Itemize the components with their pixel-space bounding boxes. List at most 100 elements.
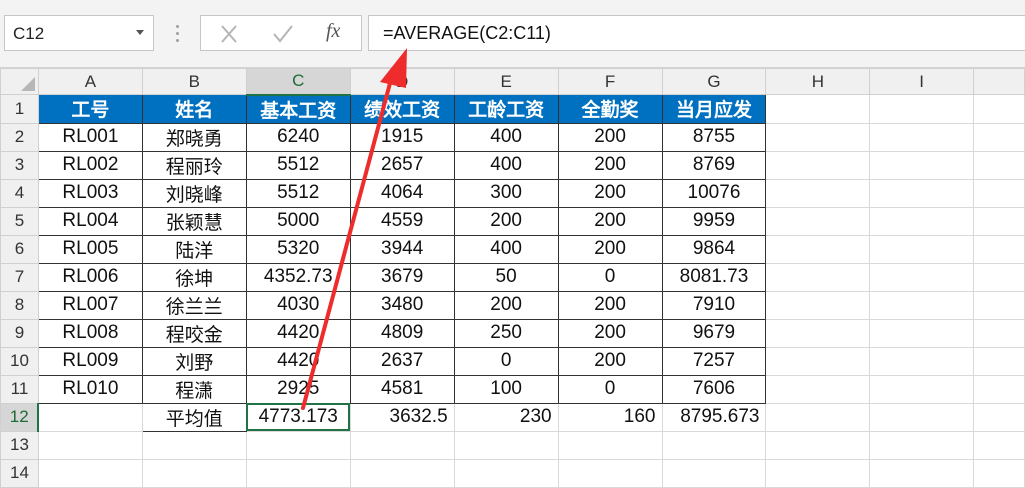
table-cell[interactable]: 陆洋 bbox=[141, 234, 247, 264]
table-cell[interactable]: 250 bbox=[453, 318, 559, 348]
column-header-h[interactable]: H bbox=[765, 68, 871, 95]
table-cell[interactable]: 7257 bbox=[661, 346, 767, 376]
row-header-3[interactable]: 3 bbox=[0, 150, 39, 180]
average-cell[interactable]: 230 bbox=[453, 402, 559, 432]
empty-cell[interactable] bbox=[869, 402, 975, 432]
table-cell[interactable]: 200 bbox=[557, 346, 663, 376]
empty-cell[interactable] bbox=[973, 234, 1025, 264]
table-cell[interactable]: RL002 bbox=[37, 150, 143, 180]
average-cell[interactable]: 160 bbox=[557, 402, 663, 432]
table-cell[interactable]: RL010 bbox=[37, 374, 143, 404]
table-cell[interactable]: 刘晓峰 bbox=[141, 178, 247, 208]
empty-cell[interactable] bbox=[557, 458, 663, 488]
empty-cell[interactable] bbox=[765, 234, 871, 264]
empty-cell[interactable] bbox=[765, 206, 871, 236]
table-cell[interactable]: 200 bbox=[557, 234, 663, 264]
empty-cell[interactable] bbox=[765, 402, 871, 432]
empty-cell[interactable] bbox=[349, 458, 455, 488]
column-header-b[interactable]: B bbox=[141, 68, 247, 95]
empty-cell[interactable] bbox=[765, 318, 871, 348]
empty-cell[interactable] bbox=[765, 374, 871, 404]
empty-cell[interactable] bbox=[973, 150, 1025, 180]
empty-cell[interactable] bbox=[661, 430, 767, 460]
table-cell[interactable]: RL007 bbox=[37, 290, 143, 320]
table-cell[interactable]: 400 bbox=[453, 234, 559, 264]
table-cell[interactable]: 200 bbox=[557, 206, 663, 236]
table-cell[interactable]: 2657 bbox=[349, 150, 455, 180]
column-header-e[interactable]: E bbox=[453, 68, 559, 95]
table-cell[interactable]: 200 bbox=[557, 290, 663, 320]
empty-cell[interactable] bbox=[869, 94, 975, 124]
table-cell[interactable]: 100 bbox=[453, 374, 559, 404]
table-cell[interactable]: 200 bbox=[453, 290, 559, 320]
table-cell[interactable]: 5512 bbox=[245, 178, 351, 208]
average-cell[interactable] bbox=[37, 402, 143, 432]
table-cell[interactable]: 200 bbox=[453, 206, 559, 236]
chevron-down-icon[interactable] bbox=[136, 30, 144, 35]
table-cell[interactable]: RL005 bbox=[37, 234, 143, 264]
formula-text[interactable]: =AVERAGE(C2:C11) bbox=[383, 23, 551, 44]
table-cell[interactable]: 张颖慧 bbox=[141, 206, 247, 236]
empty-cell[interactable] bbox=[453, 430, 559, 460]
table-cell[interactable]: 200 bbox=[557, 122, 663, 152]
table-cell[interactable]: 3480 bbox=[349, 290, 455, 320]
empty-cell[interactable] bbox=[557, 430, 663, 460]
table-header-cell[interactable]: 绩效工资 bbox=[349, 94, 455, 124]
row-header-1[interactable]: 1 bbox=[0, 94, 39, 124]
row-header-10[interactable]: 10 bbox=[0, 346, 39, 376]
table-cell[interactable]: 1915 bbox=[349, 122, 455, 152]
close-icon[interactable] bbox=[213, 22, 245, 46]
table-cell[interactable]: 程潇 bbox=[141, 374, 247, 404]
table-cell[interactable]: 5320 bbox=[245, 234, 351, 264]
row-header-13[interactable]: 13 bbox=[0, 430, 39, 460]
empty-cell[interactable] bbox=[973, 290, 1025, 320]
row-header-4[interactable]: 4 bbox=[0, 178, 39, 208]
row-header-5[interactable]: 5 bbox=[0, 206, 39, 236]
empty-cell[interactable] bbox=[141, 430, 247, 460]
empty-cell[interactable] bbox=[869, 262, 975, 292]
table-cell[interactable]: 程丽玲 bbox=[141, 150, 247, 180]
table-cell[interactable]: RL003 bbox=[37, 178, 143, 208]
column-header-a[interactable]: A bbox=[37, 68, 143, 95]
empty-cell[interactable] bbox=[765, 430, 871, 460]
table-cell[interactable]: 程咬金 bbox=[141, 318, 247, 348]
empty-cell[interactable] bbox=[973, 262, 1025, 292]
empty-cell[interactable] bbox=[869, 206, 975, 236]
table-cell[interactable]: 4809 bbox=[349, 318, 455, 348]
row-header-9[interactable]: 9 bbox=[0, 318, 39, 348]
table-cell[interactable]: 400 bbox=[453, 150, 559, 180]
empty-cell[interactable] bbox=[765, 94, 871, 124]
empty-cell[interactable] bbox=[973, 178, 1025, 208]
table-cell[interactable]: 10076 bbox=[661, 178, 767, 208]
table-cell[interactable]: 8755 bbox=[661, 122, 767, 152]
select-all-icon[interactable] bbox=[20, 77, 35, 91]
name-box[interactable]: C12 bbox=[4, 15, 154, 51]
table-cell[interactable]: 4420 bbox=[245, 318, 351, 348]
table-cell[interactable]: 9864 bbox=[661, 234, 767, 264]
table-header-cell[interactable]: 工号 bbox=[37, 94, 143, 124]
empty-cell[interactable] bbox=[661, 458, 767, 488]
table-cell[interactable]: 郑晓勇 bbox=[141, 122, 247, 152]
table-cell[interactable]: RL006 bbox=[37, 262, 143, 292]
table-cell[interactable]: 3944 bbox=[349, 234, 455, 264]
table-cell[interactable]: 3679 bbox=[349, 262, 455, 292]
column-header-overflow[interactable] bbox=[973, 68, 1025, 95]
table-cell[interactable]: 2637 bbox=[349, 346, 455, 376]
table-cell[interactable]: 200 bbox=[557, 178, 663, 208]
empty-cell[interactable] bbox=[869, 178, 975, 208]
table-cell[interactable]: 5000 bbox=[245, 206, 351, 236]
table-cell[interactable]: 4581 bbox=[349, 374, 455, 404]
row-header-2[interactable]: 2 bbox=[0, 122, 39, 152]
select-all-corner[interactable] bbox=[0, 68, 39, 95]
empty-cell[interactable] bbox=[349, 430, 455, 460]
table-cell[interactable]: RL004 bbox=[37, 206, 143, 236]
name-box-value[interactable]: C12 bbox=[13, 24, 44, 44]
empty-cell[interactable] bbox=[869, 374, 975, 404]
table-header-cell[interactable]: 基本工资 bbox=[245, 94, 351, 124]
average-cell[interactable]: 3632.5 bbox=[349, 402, 455, 432]
empty-cell[interactable] bbox=[973, 374, 1025, 404]
insert-function-button[interactable]: fx bbox=[326, 20, 340, 43]
empty-cell[interactable] bbox=[869, 318, 975, 348]
table-cell[interactable]: 5512 bbox=[245, 150, 351, 180]
column-header-f[interactable]: F bbox=[557, 68, 663, 95]
